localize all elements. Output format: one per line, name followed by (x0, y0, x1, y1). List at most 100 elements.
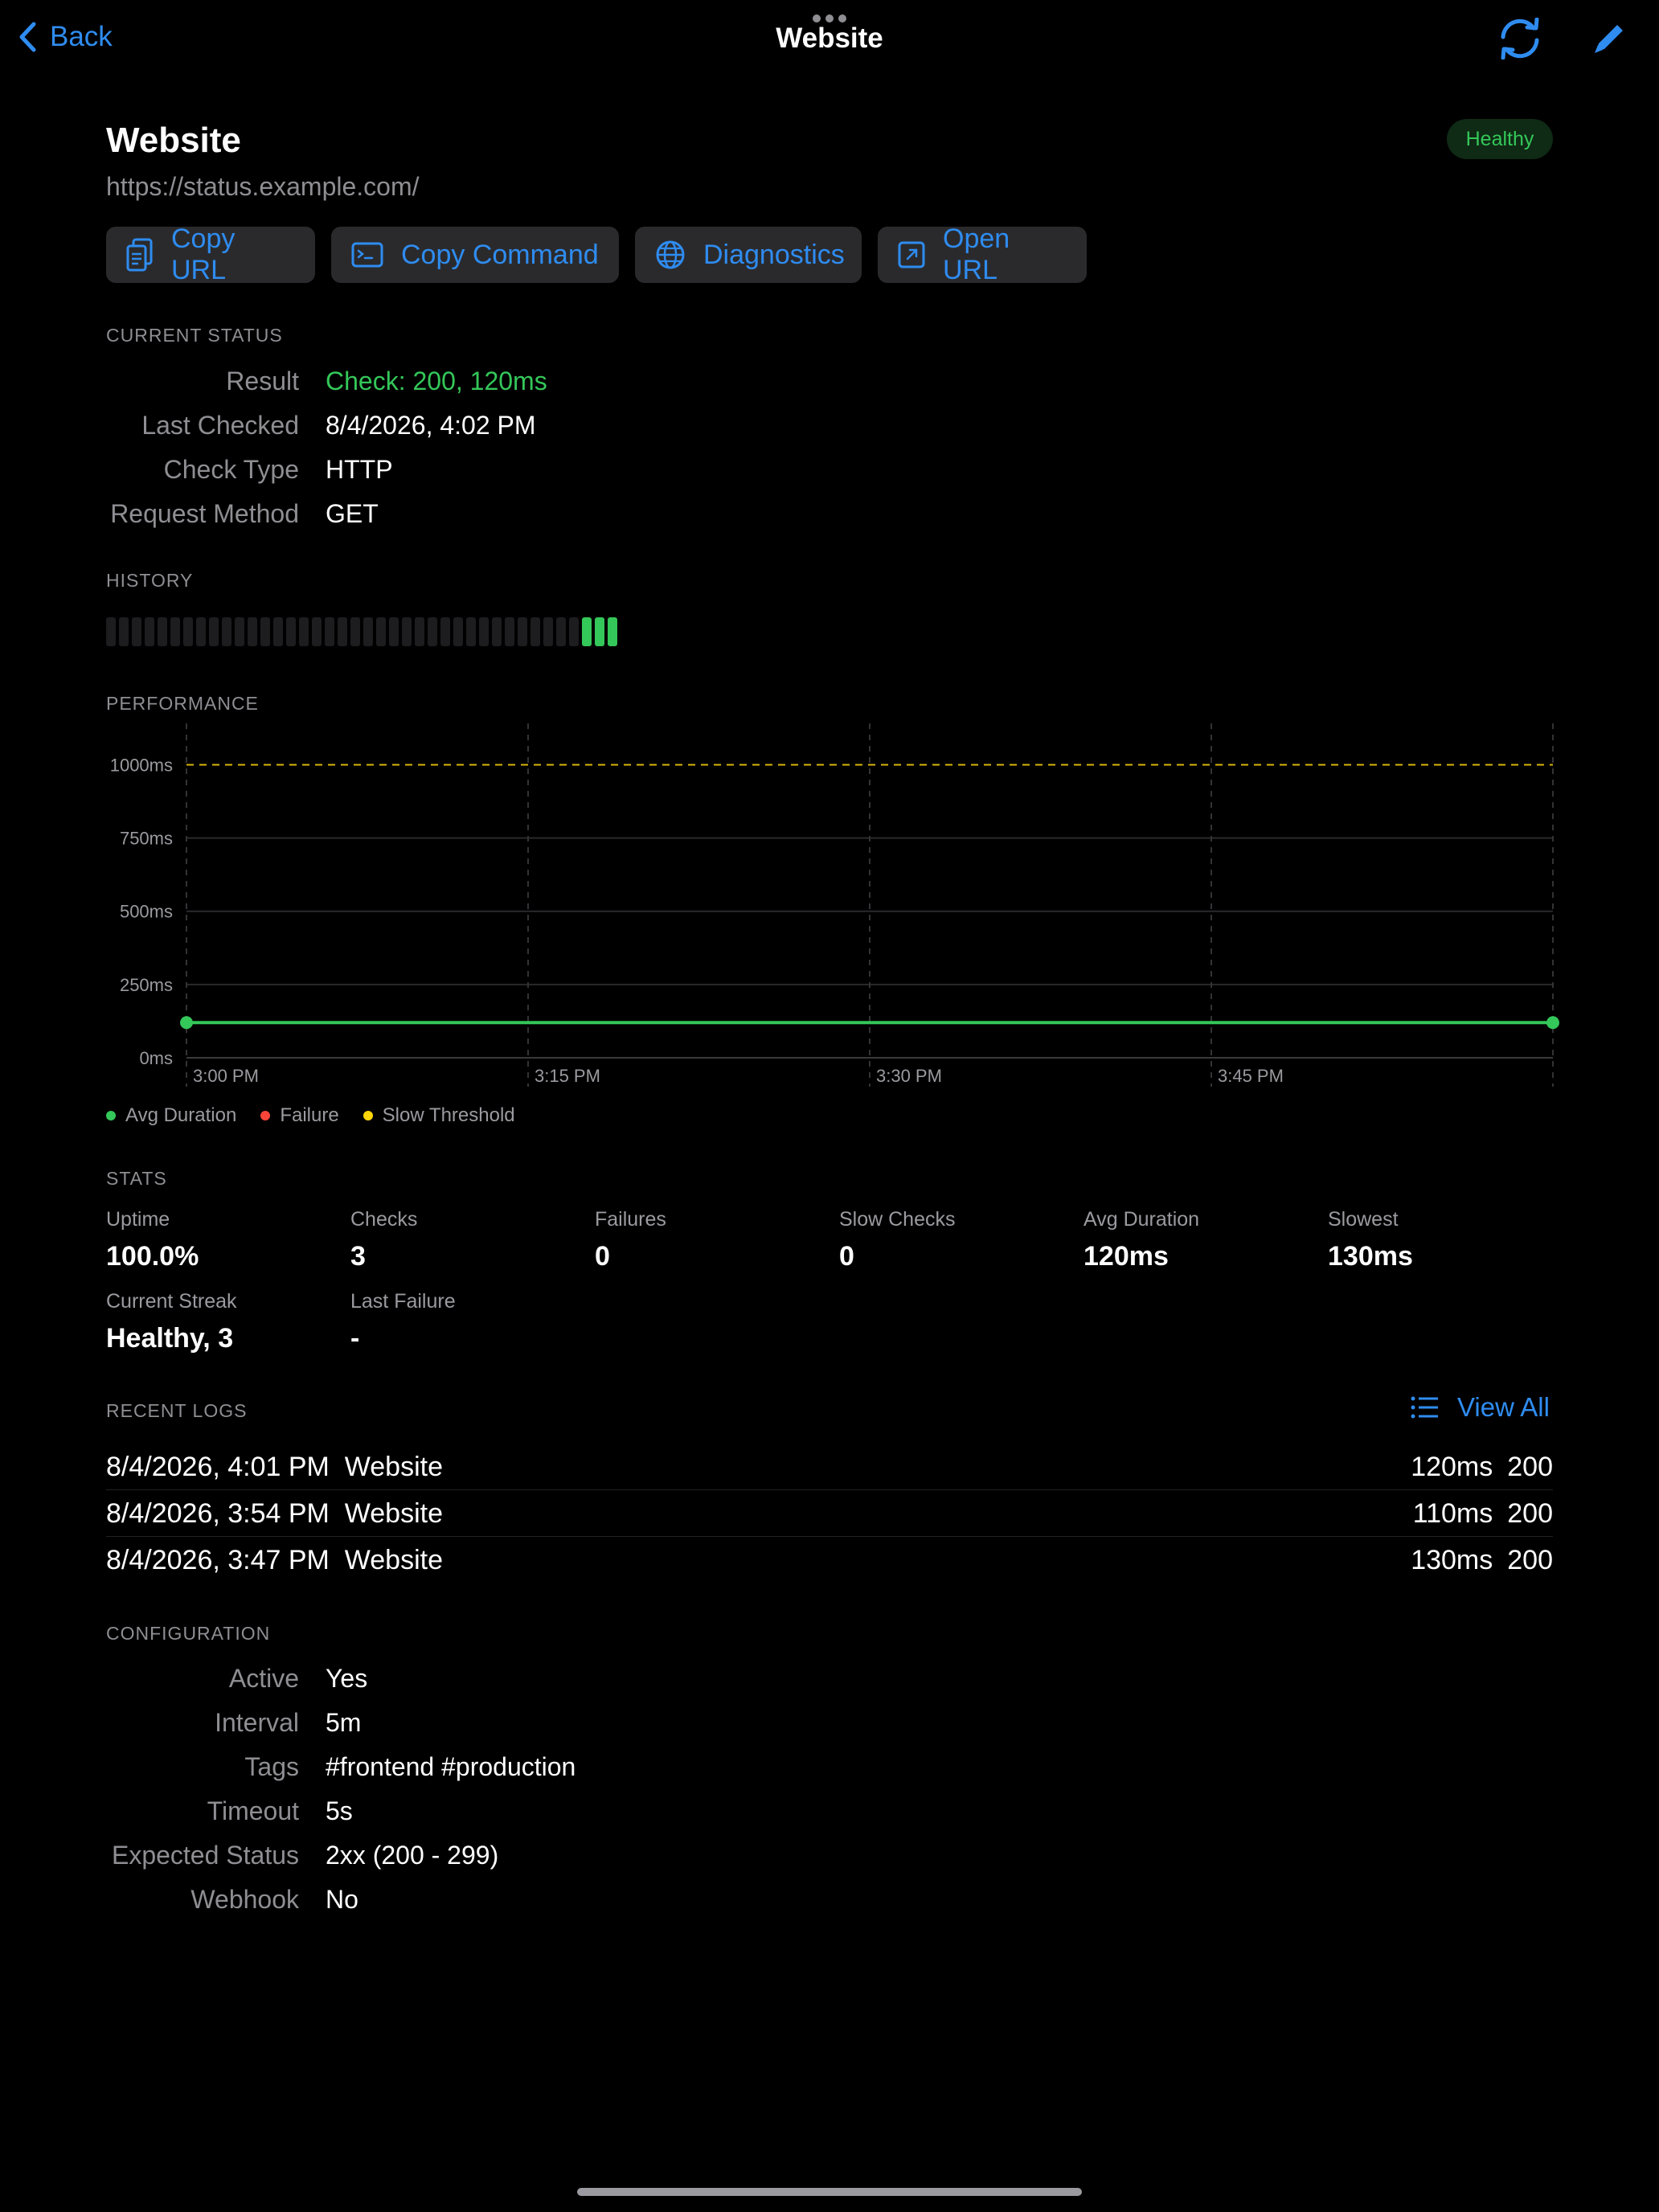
action-bar: Copy URL Copy Command Diagnostics Open U… (106, 223, 1087, 285)
history-segment-ok (582, 617, 592, 646)
config-label: Tags (244, 1752, 299, 1781)
section-recent-logs: RECENT LOGS (106, 1400, 248, 1421)
open-url-label: Open URL (943, 223, 1010, 285)
log-time: 8/4/2026, 3:47 PM (106, 1545, 330, 1575)
log-row[interactable]: 8/4/2026, 3:47 PM Website 130ms 200 (106, 1545, 1553, 1591)
copy-command-button[interactable]: Copy Command (331, 227, 619, 283)
history-segment-empty (222, 617, 231, 646)
history-segment-empty (183, 617, 193, 646)
history-segment-empty (325, 617, 334, 646)
terminal-icon (351, 242, 383, 268)
log-row[interactable]: 8/4/2026, 4:01 PM Website 120ms 200 (106, 1452, 1553, 1498)
stat-value: 130ms (1328, 1241, 1413, 1272)
stat-label: Last Failure (350, 1290, 456, 1313)
config-label: Webhook (190, 1885, 299, 1914)
open-external-icon (898, 241, 925, 268)
y-tick-label: 750ms (120, 829, 173, 849)
home-indicator[interactable] (577, 2188, 1082, 2196)
log-row[interactable]: 8/4/2026, 3:54 PM Website 110ms 200 (106, 1498, 1553, 1545)
legend-failure: Failure (260, 1104, 339, 1127)
pencil-icon (1595, 25, 1623, 53)
stat-value: - (350, 1323, 360, 1354)
history-segment-empty (518, 617, 527, 646)
config-label: Interval (215, 1708, 299, 1737)
list-icon (1411, 1396, 1438, 1419)
history-segment-empty (260, 617, 270, 646)
config-row-interval: Interval 5m (106, 1708, 1553, 1748)
copy-url-button[interactable]: Copy URL (106, 223, 315, 285)
config-row-active: Active Yes (106, 1664, 1553, 1704)
section-stats: STATS (106, 1168, 167, 1189)
log-name: Website (344, 1498, 443, 1529)
log-entry-left: 8/4/2026, 4:01 PM Website (106, 1452, 443, 1483)
refresh-button[interactable] (1497, 17, 1543, 63)
history-segment-empty (569, 617, 579, 646)
status-value: 8/4/2026, 4:02 PM (326, 411, 536, 440)
stat-label: Checks (350, 1208, 418, 1231)
log-status: 200 (1507, 1498, 1553, 1529)
legend-label: Avg Duration (125, 1104, 237, 1126)
history-segment-empty (248, 617, 257, 646)
status-label: Last Checked (141, 411, 299, 440)
section-history: HISTORY (106, 570, 194, 591)
stat-value: 100.0% (106, 1241, 199, 1272)
stat-label: Avg Duration (1083, 1208, 1200, 1231)
history-segment-ok (608, 617, 617, 646)
config-row-tags: Tags #frontend #production (106, 1752, 1553, 1792)
history-segment-empty (145, 617, 154, 646)
stat-value: Healthy, 3 (106, 1323, 234, 1354)
history-segment-empty (453, 617, 463, 646)
history-segment-empty (376, 617, 386, 646)
history-segment-empty (338, 617, 347, 646)
chart-legend: Avg Duration Failure Slow Threshold (106, 1104, 539, 1127)
log-entry-left: 8/4/2026, 3:54 PM Website (106, 1498, 443, 1530)
config-value: 5m (326, 1708, 362, 1737)
stat-value: 0 (595, 1241, 610, 1272)
view-all-logs-button[interactable]: View All (1411, 1392, 1550, 1423)
stat-slowest: Slowest 130ms (1328, 1208, 1413, 1272)
history-segment-empty (158, 617, 167, 646)
monitor-title: Website (106, 121, 241, 160)
section-current-status: CURRENT STATUS (106, 325, 283, 346)
history-segment-empty (350, 617, 360, 646)
history-segment-empty (286, 617, 296, 646)
config-label: Timeout (207, 1796, 299, 1825)
stat-current-streak: Current Streak Healthy, 3 (106, 1290, 237, 1354)
edit-button[interactable] (1591, 21, 1627, 60)
window-grabber[interactable] (813, 14, 846, 23)
config-label: Active (228, 1664, 299, 1693)
config-row-webhook: Webhook No (106, 1885, 1553, 1925)
history-segment-empty (170, 617, 180, 646)
history-segment-empty (530, 617, 540, 646)
y-tick-label: 250ms (120, 975, 173, 995)
status-badge: Healthy (1447, 119, 1553, 159)
status-label: Request Method (110, 499, 299, 528)
open-url-button[interactable]: Open URL (878, 223, 1087, 285)
view-all-label: View All (1457, 1392, 1550, 1422)
history-segment-empty (312, 617, 322, 646)
config-row-timeout: Timeout 5s (106, 1796, 1553, 1837)
history-segment-empty (389, 617, 399, 646)
history-segment-empty (479, 617, 489, 646)
config-label: Expected Status (111, 1841, 299, 1870)
log-time: 8/4/2026, 4:01 PM (106, 1452, 330, 1482)
data-point (180, 1016, 193, 1030)
history-segment-empty (196, 617, 206, 646)
diagnostics-button[interactable]: Diagnostics (635, 227, 862, 283)
status-value: GET (326, 499, 379, 528)
status-row-result: Result Check: 200, 120ms (106, 367, 1553, 407)
config-value: Yes (326, 1664, 368, 1693)
history-segment-empty (363, 617, 373, 646)
stat-slow-checks: Slow Checks 0 (839, 1208, 956, 1272)
stat-label: Uptime (106, 1208, 170, 1231)
history-segment-empty (402, 617, 412, 646)
y-tick-label: 500ms (120, 902, 173, 922)
diagnostics-label: Diagnostics (703, 239, 845, 270)
log-entry-right: 110ms 200 (1399, 1498, 1553, 1530)
legend-slow-threshold: Slow Threshold (363, 1104, 515, 1127)
monitor-url: https://status.example.com/ (106, 172, 420, 201)
stat-uptime: Uptime 100.0% (106, 1208, 199, 1272)
legend-label: Slow Threshold (382, 1104, 515, 1126)
stat-value: 120ms (1083, 1241, 1169, 1272)
history-segment-ok (595, 617, 604, 646)
